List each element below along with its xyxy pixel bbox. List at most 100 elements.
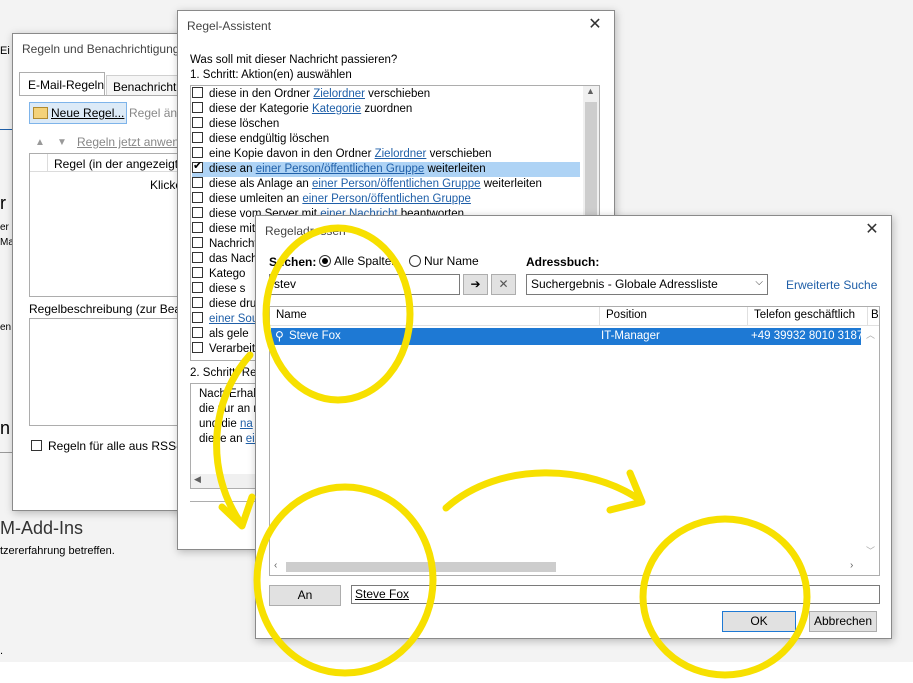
wizard-desc-link-3[interactable]: na xyxy=(240,418,253,430)
ok-button[interactable]: OK xyxy=(722,611,796,632)
rules-window: Regeln und Benachrichtigung E-Mail-Regel… xyxy=(12,33,194,511)
tab-email-rules-label: E-Mail-Regeln xyxy=(28,78,105,92)
results-hscroll[interactable]: ‹ › xyxy=(270,559,879,575)
action-text: diese als Anlage an xyxy=(209,178,312,190)
action-link[interactable]: einer Person/öffentlichen Gruppe xyxy=(312,178,481,190)
to-button[interactable]: An xyxy=(269,585,341,606)
action-row[interactable]: diese als Anlage an einer Person/öffentl… xyxy=(192,177,542,192)
scroll-left-icon[interactable]: ‹ xyxy=(274,560,277,571)
action-row[interactable]: einer Sou xyxy=(192,312,258,327)
action-row[interactable]: diese an einer Person/öffentlichen Grupp… xyxy=(192,159,580,177)
search-input[interactable]: stev xyxy=(269,274,460,295)
action-checkbox[interactable] xyxy=(192,147,203,158)
move-up-icon[interactable]: ▲ xyxy=(35,137,45,148)
action-row[interactable]: diese der Kategorie Kategorie zuordnen xyxy=(192,102,412,117)
result-row-steve-fox[interactable]: ⚲ Steve Fox IT-Manager +49 39932 8010 31… xyxy=(271,328,863,345)
action-checkbox[interactable] xyxy=(192,327,203,338)
results-list[interactable]: Name Position Telefon geschäftlich B ⚲ S… xyxy=(269,306,880,576)
action-row[interactable]: diese in den Ordner Zielordner verschieb… xyxy=(192,87,430,102)
action-link[interactable]: Zielordner xyxy=(313,88,365,100)
tab-email-rules[interactable]: E-Mail-Regeln xyxy=(19,72,105,96)
rules-wizard-titlebar: Regel-Assistent ✕ xyxy=(178,11,614,41)
action-checkbox[interactable] xyxy=(192,282,203,293)
action-link[interactable]: einer Person/öffentlichen Gruppe xyxy=(302,193,471,205)
action-row[interactable]: diese umleiten an einer Person/öffentlic… xyxy=(192,192,471,207)
action-link[interactable]: Zielordner xyxy=(375,148,427,160)
col-phone[interactable]: Telefon geschäftlich xyxy=(748,307,868,325)
change-rule-button[interactable]: Regel änd xyxy=(129,106,184,120)
scroll-up-icon[interactable]: ︿ xyxy=(866,328,875,341)
wizard-desc-line-1-text: Nach Erhalt xyxy=(199,388,260,400)
action-checkbox[interactable] xyxy=(192,237,203,248)
action-row[interactable]: Nachricht xyxy=(192,237,258,252)
rules-list[interactable]: Regel (in der angezeigt Klicke xyxy=(29,153,189,297)
action-text: Verarbeit xyxy=(209,343,256,355)
addressbook-select[interactable]: Suchergebnis - Globale Adressliste ⌵ xyxy=(526,274,768,295)
action-checkbox[interactable] xyxy=(192,312,203,323)
col-b[interactable]: B xyxy=(868,307,879,325)
action-row[interactable]: Verarbeit xyxy=(192,342,255,357)
action-row[interactable]: diese mit xyxy=(192,222,255,237)
action-text: diese der Kategorie xyxy=(209,103,312,115)
action-checkbox[interactable] xyxy=(192,87,203,98)
results-vscroll[interactable]: ︿ ﹀ xyxy=(861,326,879,559)
col-position[interactable]: Position xyxy=(600,307,748,325)
action-text: diese endgültig löschen xyxy=(209,133,330,145)
radio-name-only-dot[interactable] xyxy=(409,255,421,267)
rss-rules-label: Regeln für alle aus RSS-Fe xyxy=(48,439,195,453)
background-link-fragment[interactable] xyxy=(0,118,12,130)
action-checkbox[interactable] xyxy=(192,267,203,278)
com-addins-description: tzererfahrung betreffen. xyxy=(0,545,115,557)
action-row[interactable]: eine Kopie davon in den Ordner Zielordne… xyxy=(192,147,492,162)
action-checkbox[interactable] xyxy=(192,102,203,113)
action-checkbox[interactable] xyxy=(192,222,203,233)
action-row[interactable]: diese dru xyxy=(192,297,256,312)
results-hscroll-thumb[interactable] xyxy=(286,562,556,572)
action-row[interactable]: diese s xyxy=(192,282,245,297)
rss-rules-checkbox-box[interactable] xyxy=(31,440,42,451)
rules-list-col-rule[interactable]: Regel (in der angezeigt xyxy=(54,157,178,171)
move-down-icon[interactable]: ▼ xyxy=(57,137,67,148)
action-checkbox[interactable] xyxy=(192,177,203,188)
radio-all-columns[interactable]: Alle Spalten xyxy=(319,254,398,268)
action-row[interactable]: diese löschen xyxy=(192,117,279,132)
action-checkbox[interactable] xyxy=(192,342,203,353)
action-row[interactable]: Katego xyxy=(192,267,245,282)
action-checkbox[interactable] xyxy=(192,132,203,143)
action-checkbox[interactable] xyxy=(192,117,203,128)
to-field[interactable]: Steve Fox xyxy=(351,585,880,604)
action-checkbox[interactable] xyxy=(192,207,203,218)
action-checkbox[interactable] xyxy=(192,192,203,203)
new-rule-button[interactable]: Neue Regel... xyxy=(29,102,127,124)
action-link[interactable]: Kategorie xyxy=(312,103,361,115)
apply-rules-now-button[interactable]: Regeln jetzt anwen xyxy=(77,135,179,149)
rule-addresses-titlebar: Regeladressen ✕ xyxy=(256,216,891,246)
action-text: als gele xyxy=(209,328,249,340)
cancel-button[interactable]: Abbrechen xyxy=(809,611,877,632)
action-link[interactable]: einer Sou xyxy=(209,313,258,325)
action-checkbox[interactable] xyxy=(192,252,203,263)
clear-search-button[interactable]: ✕ xyxy=(491,274,516,295)
rule-description-box xyxy=(29,318,188,426)
action-checkbox[interactable] xyxy=(192,297,203,308)
col-name[interactable]: Name xyxy=(270,307,600,325)
action-row[interactable]: als gele xyxy=(192,327,249,342)
action-row[interactable]: das Nach xyxy=(192,252,258,267)
scroll-up-icon[interactable]: ▲ xyxy=(586,86,595,96)
tab-notifications[interactable]: Benachrichtig xyxy=(106,75,188,96)
ok-button-label: OK xyxy=(750,614,768,628)
action-text-suffix: zuordnen xyxy=(361,103,413,115)
action-row[interactable]: diese endgültig löschen xyxy=(192,132,329,147)
close-icon[interactable]: ✕ xyxy=(584,15,606,37)
action-checkbox[interactable] xyxy=(192,159,203,174)
scroll-right-icon[interactable]: › xyxy=(850,560,853,571)
radio-name-only[interactable]: Nur Name xyxy=(409,254,479,268)
advanced-search-link[interactable]: Erweiterte Suche xyxy=(786,278,877,292)
close-icon[interactable]: ✕ xyxy=(861,220,883,242)
action-link[interactable]: einer Person/öffentlichen Gruppe xyxy=(256,163,425,175)
scroll-down-icon[interactable]: ﹀ xyxy=(866,544,875,557)
search-go-button[interactable]: ➔ xyxy=(463,274,488,295)
action-list-scroll-thumb[interactable] xyxy=(585,102,597,222)
rss-rules-checkbox[interactable]: Regeln für alle aus RSS-Fe xyxy=(31,439,194,453)
radio-all-columns-dot[interactable] xyxy=(319,255,331,267)
